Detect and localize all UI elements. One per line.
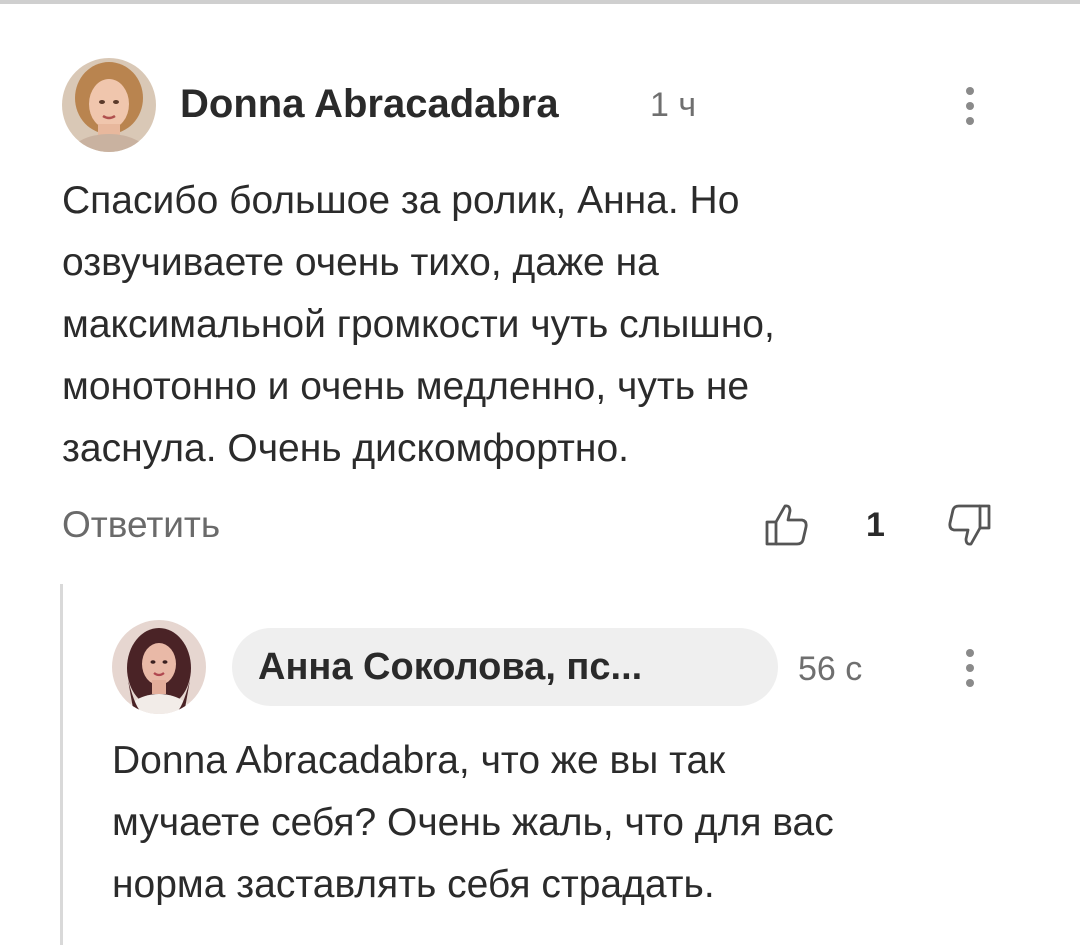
comment-author-name[interactable]: Donna Abracadabra	[180, 82, 559, 127]
comment-timestamp: 1 ч	[650, 86, 697, 124]
reply-text: Donna Abracadabra, что же вы так мучаете…	[112, 730, 834, 916]
author-avatar-image	[62, 58, 156, 152]
dislike-button[interactable]	[944, 500, 994, 550]
reply-author-avatar-image	[112, 620, 206, 714]
more-vertical-icon-dot	[966, 117, 974, 125]
reply-avatar[interactable]	[112, 620, 206, 714]
like-button[interactable]	[762, 500, 812, 550]
more-vertical-icon	[966, 87, 974, 95]
thumbs-up-icon	[765, 504, 808, 546]
more-vertical-icon	[966, 649, 974, 657]
comment-text-line: максимальной громкости чуть слышно,	[62, 303, 775, 346]
reply-text-line: Donna Abracadabra, что же вы так	[112, 739, 726, 782]
reply-menu-button[interactable]	[950, 638, 990, 698]
comment-text-line: озвучиваете очень тихо, даже на	[62, 241, 659, 284]
comment-menu-button[interactable]	[950, 76, 990, 136]
reply-author-name-pill[interactable]: Анна Соколова, пс...	[232, 628, 778, 706]
comment-text-line: монотонно и очень медленно, чуть не	[62, 365, 750, 408]
reply-button[interactable]: Ответить	[62, 504, 220, 546]
top-divider	[0, 0, 1080, 4]
comment-text: Спасибо большое за ролик, Анна. Но озвуч…	[62, 170, 775, 480]
reply-timestamp: 56 с	[798, 650, 863, 688]
thumbs-down-icon	[948, 504, 991, 546]
reply-thread-line	[60, 584, 63, 945]
avatar[interactable]	[62, 58, 156, 152]
comment-text-line: заснула. Очень дискомфортно.	[62, 427, 629, 470]
more-vertical-icon-dot	[966, 679, 974, 687]
reply-author-name: Анна Соколова, пс...	[258, 645, 643, 688]
reply-text-line: мучаете себя? Очень жаль, что для вас	[112, 801, 834, 844]
more-vertical-icon-dot	[966, 664, 974, 672]
more-vertical-icon-dot	[966, 102, 974, 110]
like-count: 1	[866, 506, 885, 544]
reply-text-line: норма заставлять себя страдать.	[112, 863, 715, 906]
comment-text-line: Спасибо большое за ролик, Анна. Но	[62, 179, 740, 222]
